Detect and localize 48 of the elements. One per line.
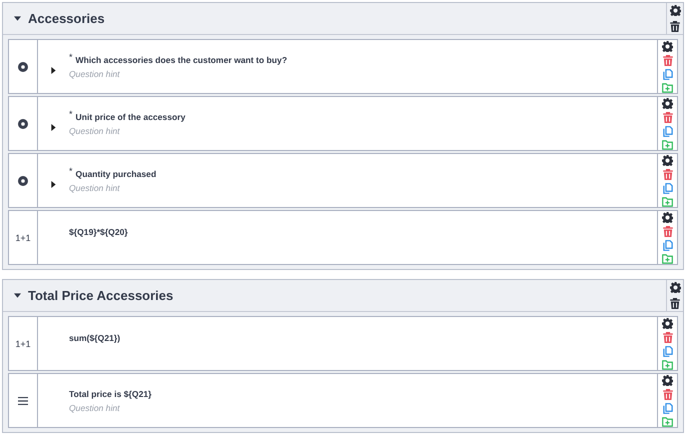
collapse-caret-icon[interactable] xyxy=(14,293,21,298)
settings-icon[interactable] xyxy=(670,5,680,16)
folder-add-icon[interactable] xyxy=(662,254,673,264)
radio-icon xyxy=(18,118,28,128)
copy-icon[interactable] xyxy=(662,346,672,356)
expand-caret-icon[interactable] xyxy=(51,67,56,74)
collapse-caret-icon[interactable] xyxy=(14,16,21,21)
copy-icon[interactable] xyxy=(662,68,672,80)
equation-text: ${Q19}*${Q20} xyxy=(69,227,128,237)
question-hint: Question hint xyxy=(69,182,121,192)
settings-icon[interactable] xyxy=(662,318,673,328)
folder-add-icon[interactable] xyxy=(662,196,673,206)
copy-icon[interactable] xyxy=(662,182,672,194)
settings-icon[interactable] xyxy=(662,212,673,222)
radio-icon xyxy=(18,62,28,72)
required-asterisk: * xyxy=(69,52,73,62)
trash-icon[interactable] xyxy=(670,298,680,309)
settings-icon[interactable] xyxy=(662,98,673,108)
question-type-label: 1+1 xyxy=(15,338,31,348)
question-hint: Question hint xyxy=(69,68,121,78)
copy-icon[interactable] xyxy=(662,126,672,136)
required-asterisk: * xyxy=(69,108,73,118)
question-type-label: 1+1 xyxy=(15,232,31,242)
expand-caret-icon[interactable] xyxy=(51,124,56,131)
question-hint: Question hint xyxy=(69,126,121,136)
question-title: Total price is ${Q21} xyxy=(69,388,152,398)
folder-add-icon[interactable] xyxy=(662,360,673,370)
settings-icon[interactable] xyxy=(670,282,680,293)
folder-add-icon[interactable] xyxy=(662,82,673,92)
required-asterisk: * xyxy=(69,166,73,176)
expand-caret-icon[interactable] xyxy=(51,181,56,188)
folder-add-icon[interactable] xyxy=(662,140,673,150)
trash-icon[interactable] xyxy=(670,21,680,32)
question-title: Quantity purchased xyxy=(76,168,156,178)
group-title: Total Price Accessories xyxy=(28,288,174,303)
settings-icon[interactable] xyxy=(662,374,673,386)
question-title: Which accessories does the customer want to buy? xyxy=(76,54,288,64)
copy-icon[interactable] xyxy=(662,402,672,414)
group-title: Accessories xyxy=(28,11,105,26)
question-hint: Question hint xyxy=(69,402,121,412)
copy-icon[interactable] xyxy=(662,240,672,250)
settings-icon[interactable] xyxy=(662,154,673,166)
question-title: Unit price of the accessory xyxy=(76,112,186,122)
equation-text: sum(${Q21}) xyxy=(69,333,120,343)
settings-icon[interactable] xyxy=(662,40,673,52)
menu-icon xyxy=(18,396,28,404)
folder-add-icon[interactable] xyxy=(662,416,673,426)
radio-icon xyxy=(18,176,28,186)
